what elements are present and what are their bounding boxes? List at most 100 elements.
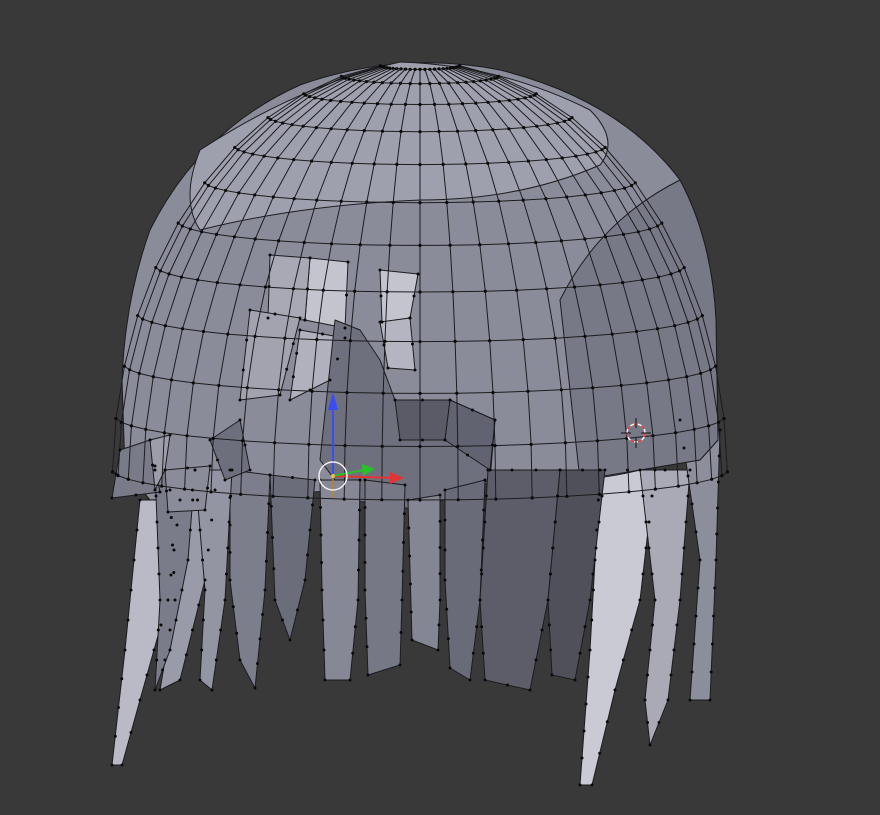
mesh-vertex[interactable] xyxy=(363,478,367,482)
mesh-vertex[interactable] xyxy=(402,512,406,516)
mesh-vertex[interactable] xyxy=(273,441,277,445)
mesh-vertex[interactable] xyxy=(573,678,577,682)
mesh-vertex[interactable] xyxy=(438,519,442,523)
mesh-vertex[interactable] xyxy=(178,498,182,502)
mesh-vertex[interactable] xyxy=(408,554,412,558)
mesh-vertex[interactable] xyxy=(605,720,609,724)
mesh-vertex[interactable] xyxy=(276,156,280,160)
mesh-vertex[interactable] xyxy=(544,197,548,201)
mesh-vertex[interactable] xyxy=(708,368,713,372)
mesh-vertex[interactable] xyxy=(135,528,139,532)
mesh-vertex[interactable] xyxy=(208,464,212,468)
mesh-vertex[interactable] xyxy=(292,158,296,162)
mesh-vertex[interactable] xyxy=(306,496,310,500)
mesh-vertex[interactable] xyxy=(380,81,384,85)
mesh-vertex[interactable] xyxy=(535,124,539,128)
mesh-vertex[interactable] xyxy=(129,588,133,592)
mesh-vertex[interactable] xyxy=(176,221,180,225)
mesh-vertex[interactable] xyxy=(175,523,179,527)
mesh-vertex[interactable] xyxy=(158,490,162,494)
mesh-vertex[interactable] xyxy=(481,538,484,542)
mesh-vertex[interactable] xyxy=(410,638,414,642)
mesh-vertex[interactable] xyxy=(483,289,487,293)
mesh-vertex[interactable] xyxy=(630,183,634,188)
mesh-vertex[interactable] xyxy=(161,668,164,672)
mesh-vertex[interactable] xyxy=(215,281,219,285)
mesh-vertex[interactable] xyxy=(559,239,564,243)
mesh-vertex[interactable] xyxy=(447,81,451,85)
mesh-vertex[interactable] xyxy=(676,484,680,488)
mesh-vertex[interactable] xyxy=(572,285,577,289)
mesh-vertex[interactable] xyxy=(700,314,704,318)
mesh-vertex[interactable] xyxy=(188,528,192,532)
mesh-vertex[interactable] xyxy=(441,67,445,71)
mesh-vertex[interactable] xyxy=(357,568,360,572)
mesh-vertex[interactable] xyxy=(443,488,447,492)
mesh-vertex[interactable] xyxy=(163,468,167,472)
mesh-vertex[interactable] xyxy=(191,488,194,492)
mesh-vertex[interactable] xyxy=(497,74,501,78)
mesh-vertex[interactable] xyxy=(169,378,173,382)
mesh-vertex[interactable] xyxy=(184,653,188,657)
mesh-vertex[interactable] xyxy=(682,546,686,550)
mesh-vertex[interactable] xyxy=(120,677,124,681)
mesh-vertex[interactable] xyxy=(418,67,422,71)
mesh-vertex[interactable] xyxy=(201,329,206,334)
mesh-vertex[interactable] xyxy=(313,478,317,482)
mesh-vertex[interactable] xyxy=(230,468,234,472)
mesh-vertex[interactable] xyxy=(129,424,133,428)
mesh-vertex[interactable] xyxy=(574,154,578,158)
mesh-vertex[interactable] xyxy=(596,498,600,502)
mesh-vertex[interactable] xyxy=(306,553,309,557)
mesh-vertex[interactable] xyxy=(604,235,608,239)
mesh-vertex[interactable] xyxy=(387,66,392,70)
mesh-vertex[interactable] xyxy=(695,317,699,321)
mesh-vertex[interactable] xyxy=(191,628,194,632)
strand-back-right-2[interactable] xyxy=(639,469,691,746)
mesh-vertex[interactable] xyxy=(395,67,399,71)
mesh-vertex[interactable] xyxy=(226,546,230,550)
mesh-vertex[interactable] xyxy=(362,101,366,105)
mesh-vertex[interactable] xyxy=(238,658,242,662)
mesh-vertex[interactable] xyxy=(403,102,408,106)
mesh-vertex[interactable] xyxy=(114,417,118,421)
mesh-vertex[interactable] xyxy=(666,698,670,702)
mesh-vertex[interactable] xyxy=(208,438,212,442)
mesh-vertex[interactable] xyxy=(645,381,649,385)
mesh-vertex[interactable] xyxy=(393,398,397,402)
mesh-vertex[interactable] xyxy=(580,756,584,760)
mesh-vertex[interactable] xyxy=(358,478,362,482)
mesh-vertex[interactable] xyxy=(441,162,445,166)
mesh-vertex[interactable] xyxy=(438,493,442,497)
mesh-vertex[interactable] xyxy=(479,568,483,572)
mesh-vertex[interactable] xyxy=(641,572,645,576)
mesh-vertex[interactable] xyxy=(506,683,509,687)
mesh-vertex[interactable] xyxy=(603,468,607,472)
mesh-vertex[interactable] xyxy=(253,193,257,197)
mesh-vertex[interactable] xyxy=(273,119,278,123)
mesh-vertex[interactable] xyxy=(171,543,174,547)
mesh-vertex[interactable] xyxy=(288,398,292,402)
mesh-vertex[interactable] xyxy=(672,648,676,652)
mesh-vertex[interactable] xyxy=(362,129,366,133)
mesh-vertex[interactable] xyxy=(696,586,700,590)
mesh-vertex[interactable] xyxy=(650,572,654,576)
mesh-vertex[interactable] xyxy=(646,721,649,724)
mesh-vertex[interactable] xyxy=(646,673,649,677)
mesh-vertex[interactable] xyxy=(630,628,634,632)
fringe-face-1[interactable] xyxy=(304,257,349,329)
mesh-vertex[interactable] xyxy=(200,648,204,652)
mesh-vertex[interactable] xyxy=(343,76,347,80)
mesh-vertex[interactable] xyxy=(408,67,412,71)
mesh-vertex[interactable] xyxy=(540,628,544,632)
mesh-vertex[interactable] xyxy=(418,498,422,502)
mesh-vertex[interactable] xyxy=(534,240,538,245)
mesh-vertex[interactable] xyxy=(400,598,404,602)
mesh-vertex[interactable] xyxy=(153,468,157,472)
mesh-vertex[interactable] xyxy=(660,221,664,225)
mesh-vertex[interactable] xyxy=(351,651,355,655)
mesh-vertex[interactable] xyxy=(151,375,155,379)
mesh-vertex[interactable] xyxy=(163,658,167,662)
mesh-vertex[interactable] xyxy=(488,339,492,343)
mesh-vertex[interactable] xyxy=(188,227,192,231)
